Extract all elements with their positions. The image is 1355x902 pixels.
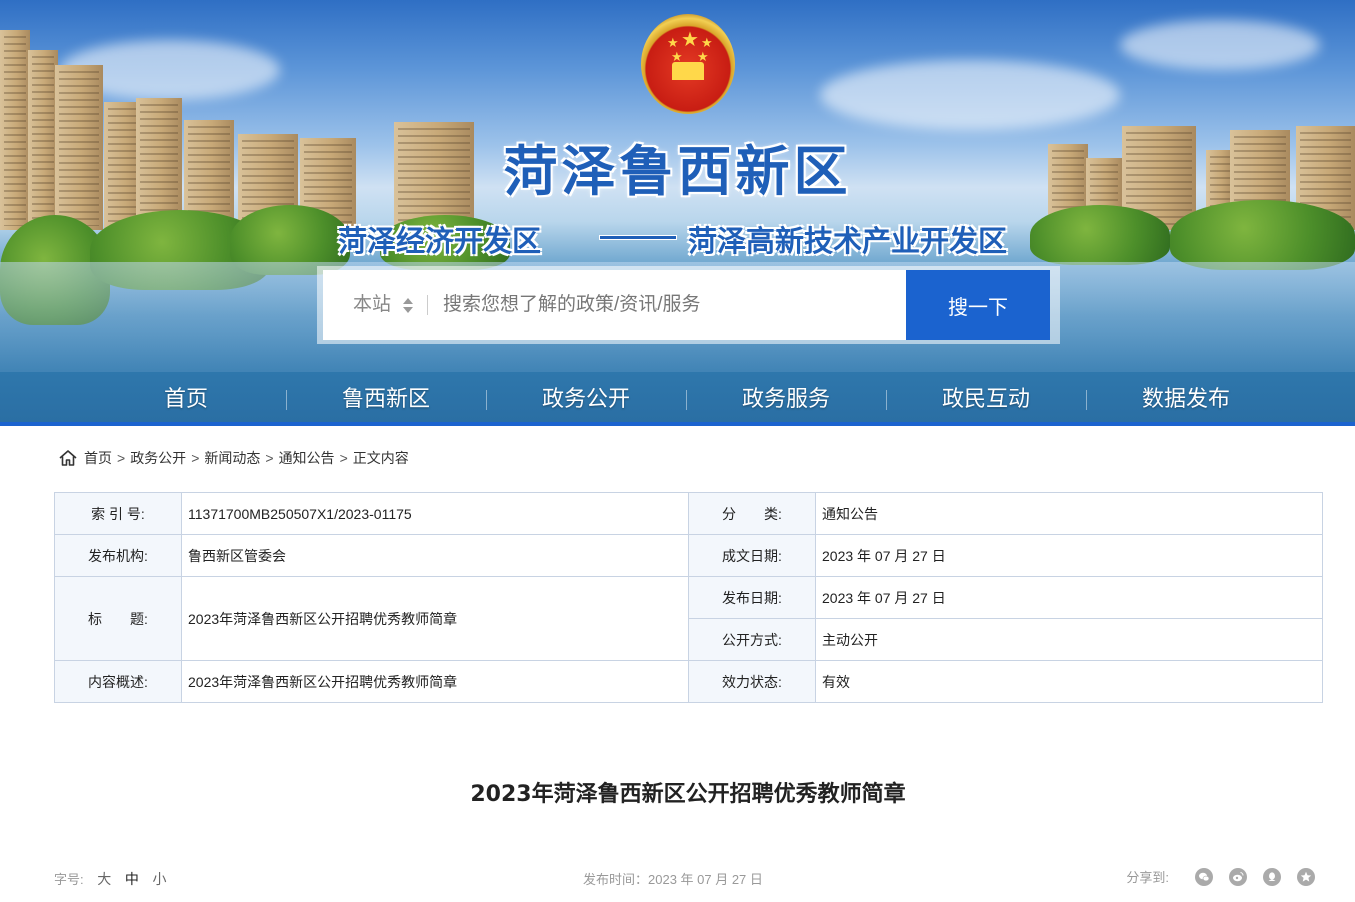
- breadcrumb-news[interactable]: 新闻动态: [204, 447, 260, 469]
- breadcrumb-separator: >: [265, 450, 274, 466]
- nav-item-interaction[interactable]: 政民互动: [886, 378, 1086, 422]
- title-label: 标 题:: [54, 576, 182, 661]
- publish-date-label: 发布日期:: [688, 576, 816, 619]
- breadcrumb-home[interactable]: 首页: [84, 447, 112, 469]
- nav-item-government-affairs[interactable]: 政务公开: [486, 378, 686, 422]
- font-size-label: 字号:: [54, 872, 84, 887]
- document-meta-table: 索 引 号: 11371700MB250507X1/2023-01175 分 类…: [54, 492, 1323, 703]
- table-row: 索 引 号: 11371700MB250507X1/2023-01175 分 类…: [54, 492, 1323, 535]
- share-bar: 分享到:: [1126, 867, 1315, 886]
- table-row: 内容概述: 2023年菏泽鲁西新区公开招聘优秀教师简章 效力状态: 有效: [54, 660, 1323, 703]
- article-title: 2023年菏泽鲁西新区公开招聘优秀教师简章: [470, 782, 906, 807]
- publish-date-value: 2023 年 07 月 27 日: [815, 576, 1323, 619]
- banner-divider: [0, 422, 1355, 426]
- tree-decoration: [1030, 205, 1170, 265]
- breadcrumb: 首页 > 政务公开 > 新闻动态 > 通知公告 > 正文内容: [58, 447, 409, 469]
- font-size-switcher: 字号: 大 中 小: [54, 869, 167, 889]
- disclosure-method-value: 主动公开: [815, 618, 1323, 661]
- search-input[interactable]: [443, 286, 903, 324]
- share-label: 分享到:: [1126, 870, 1169, 885]
- subtitle-right: 菏泽高新技术产业开发区: [688, 224, 1008, 258]
- nav-item-data-release[interactable]: 数据发布: [1086, 378, 1286, 422]
- publisher-label: 发布机构:: [54, 534, 182, 577]
- breadcrumb-current: 正文内容: [352, 450, 409, 466]
- index-number-label: 索 引 号:: [54, 492, 182, 535]
- title-value: 2023年菏泽鲁西新区公开招聘优秀教师简章: [181, 576, 689, 661]
- nav-item-government-services[interactable]: 政务服务: [686, 378, 886, 422]
- breadcrumb-notices[interactable]: 通知公告: [279, 447, 335, 469]
- nav-item-luxi-district[interactable]: 鲁西新区: [286, 378, 486, 422]
- disclosure-method-label: 公开方式:: [688, 618, 816, 661]
- validity-status-label: 效力状态:: [688, 660, 816, 703]
- national-emblem-icon: ★ ★ ★ ★ ★: [641, 14, 735, 114]
- breadcrumb-separator: >: [339, 450, 348, 466]
- index-number-value: 11371700MB250507X1/2023-01175: [181, 492, 689, 535]
- search-scope-select[interactable]: 本站: [353, 270, 391, 340]
- article-toolbar: 字号: 大 中 小 发布时间：2023 年 07 月 27 日 分享到:: [54, 867, 1323, 889]
- home-icon[interactable]: [58, 448, 78, 468]
- summary-value: 2023年菏泽鲁西新区公开招聘优秀教师简章: [181, 660, 689, 703]
- subtitle-left: 菏泽经济开发区: [338, 224, 542, 258]
- search-button[interactable]: 搜一下: [906, 270, 1050, 340]
- publish-time: 发布时间：2023 年 07 月 27 日: [583, 872, 763, 887]
- header-banner: ★ ★ ★ ★ ★ 菏泽鲁西新区 菏泽经济开发区 菏泽高新技术产业开发区 本站 …: [0, 0, 1355, 426]
- weibo-icon[interactable]: [1229, 867, 1247, 886]
- qq-icon[interactable]: [1263, 867, 1281, 886]
- category-label: 分 类:: [688, 492, 816, 535]
- validity-status-value: 有效: [815, 660, 1323, 703]
- table-row: 发布机构: 鲁西新区管委会 成文日期: 2023 年 07 月 27 日: [54, 534, 1323, 577]
- qzone-icon[interactable]: [1297, 867, 1315, 886]
- main-nav: 首页 鲁西新区 政务公开 政务服务 政民互动 数据发布: [0, 378, 1355, 422]
- sort-arrows-icon[interactable]: [403, 298, 413, 314]
- summary-label: 内容概述:: [54, 660, 182, 703]
- nav-item-home[interactable]: 首页: [86, 378, 286, 422]
- table-row: 标 题: 2023年菏泽鲁西新区公开招聘优秀教师简章 发布日期: 2023 年 …: [54, 576, 1323, 661]
- search-container: 本站 搜一下: [323, 270, 1050, 340]
- search-divider: [427, 295, 428, 315]
- breadcrumb-separator: >: [191, 450, 200, 466]
- font-size-large-button[interactable]: 大: [97, 871, 111, 887]
- written-date-label: 成文日期:: [688, 534, 816, 577]
- wechat-icon[interactable]: [1195, 867, 1213, 886]
- publisher-value: 鲁西新区管委会: [181, 534, 689, 577]
- category-value: 通知公告: [815, 492, 1323, 535]
- font-size-medium-button[interactable]: 中: [125, 871, 139, 887]
- cloud-decoration: [820, 60, 1120, 130]
- breadcrumb-government-affairs[interactable]: 政务公开: [130, 447, 186, 469]
- tree-decoration: [1170, 200, 1355, 270]
- site-title: 菏泽鲁西新区: [503, 140, 852, 203]
- written-date-value: 2023 年 07 月 27 日: [815, 534, 1323, 577]
- cloud-decoration: [1120, 20, 1320, 70]
- breadcrumb-separator: >: [117, 450, 126, 466]
- subtitle-divider: [600, 236, 676, 239]
- search-bar: 本站 搜一下: [317, 266, 1060, 344]
- font-size-small-button[interactable]: 小: [153, 871, 167, 887]
